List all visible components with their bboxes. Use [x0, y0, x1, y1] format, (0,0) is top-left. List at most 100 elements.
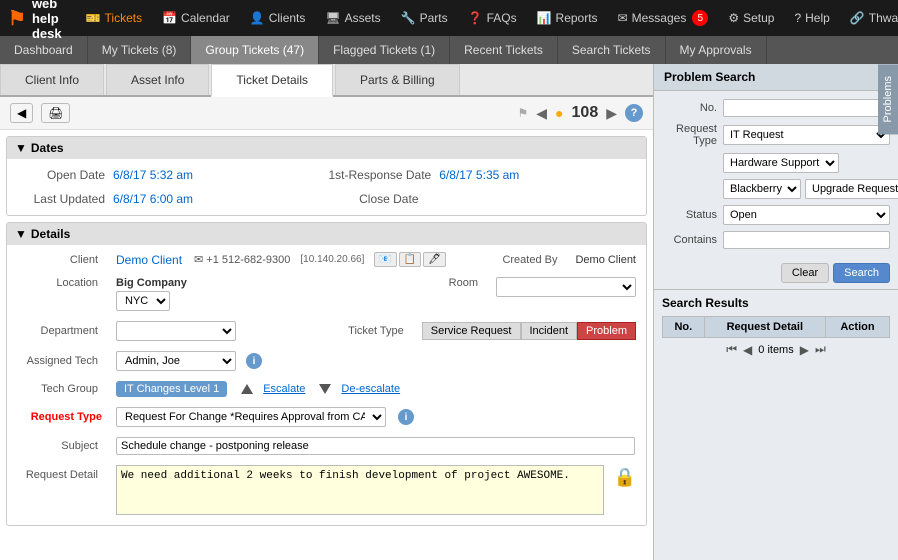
print-button[interactable]: 🖨 [41, 103, 70, 123]
nav-parts-label: Parts [420, 11, 448, 25]
search-status-select[interactable]: Open [723, 205, 890, 225]
tab-parts-billing[interactable]: Parts & Billing [335, 64, 460, 95]
logo-text: web help desk [32, 0, 62, 41]
nav-assets[interactable]: 🖥 Assets [317, 7, 388, 29]
details-section-header[interactable]: ▼ Details [7, 223, 646, 245]
tab-group-tickets[interactable]: Group Tickets (47) [191, 36, 319, 64]
escalate-link[interactable]: Escalate [263, 383, 305, 395]
back-button[interactable]: ◀ [10, 103, 33, 123]
client-row: Client Demo Client ✉ +1 512-682-9300 [10… [11, 249, 642, 270]
help-icon: ? [794, 11, 801, 25]
created-by-label: Created By [491, 254, 561, 266]
client-icon-1[interactable]: 📧 [374, 252, 396, 267]
tab-dashboard[interactable]: Dashboard [0, 36, 88, 64]
blackberry-select[interactable]: Blackberry [723, 179, 801, 199]
tech-group-label: Tech Group [17, 383, 102, 395]
last-page-button[interactable]: ⏭ [815, 342, 826, 357]
tab-client-info[interactable]: Client Info [0, 64, 104, 95]
escalate-up-arrow[interactable] [241, 384, 253, 394]
prev-page-button[interactable]: ◀ [743, 343, 752, 357]
location-city-select[interactable]: NYC [116, 291, 170, 311]
tab-asset-info[interactable]: Asset Info [106, 64, 209, 95]
response-date-value: 6/8/17 5:35 am [439, 168, 519, 182]
nav-help[interactable]: ? Help [786, 7, 837, 29]
nav-reports[interactable]: 📊 Reports [529, 7, 606, 29]
open-date-row: Open Date 6/8/17 5:32 am [15, 165, 325, 185]
nav-clients[interactable]: 👤 Clients [242, 7, 314, 29]
nav-messages-label: Messages [632, 11, 687, 25]
tab-search-tickets[interactable]: Search Tickets [558, 36, 666, 64]
next-ticket-button[interactable]: ▶ [606, 105, 617, 122]
client-label: Client [17, 254, 102, 266]
nav-faqs[interactable]: ❓ FAQs [460, 7, 525, 29]
department-row: Department Ticket Type Service Request I… [11, 318, 642, 344]
hardware-support-select[interactable]: Hardware Support [723, 153, 839, 173]
nav-calendar[interactable]: 📅 Calendar [154, 7, 238, 29]
search-button[interactable]: Search [833, 263, 890, 283]
upgrade-request-select[interactable]: Upgrade Request [805, 179, 898, 199]
tech-group-value: IT Changes Level 1 [116, 381, 227, 397]
client-icon-2[interactable]: 📋 [399, 252, 421, 267]
search-contains-input[interactable] [723, 231, 890, 249]
ticket-type-problem[interactable]: Problem [577, 322, 636, 340]
search-status-row: Status Open [662, 205, 890, 225]
deescalate-down-arrow[interactable] [319, 384, 331, 394]
search-request-type-select[interactable]: IT Request [723, 125, 890, 145]
deescalate-link[interactable]: De-escalate [341, 383, 400, 395]
thwack-icon: 🔗 [850, 11, 865, 25]
request-detail-textarea[interactable]: We need additional 2 weeks to finish dev… [116, 465, 604, 515]
top-navbar: ⚑ web help desk 🎫 Tickets 📅 Calendar 👤 C… [0, 0, 898, 36]
assigned-tech-select[interactable]: Admin, Joe [116, 351, 236, 371]
search-no-label: No. [662, 102, 717, 114]
department-select[interactable] [116, 321, 236, 341]
nav-thwack[interactable]: 🔗 Thwack [842, 7, 898, 29]
status-dot: ● [555, 105, 563, 121]
ticket-type-service[interactable]: Service Request [422, 322, 521, 340]
subject-input[interactable] [116, 437, 635, 455]
dates-section-header[interactable]: ▼ Dates [7, 137, 646, 159]
tech-info-icon[interactable]: i [246, 353, 262, 369]
dates-collapse-icon: ▼ [15, 141, 27, 155]
created-by-value: Demo Client [575, 254, 636, 266]
nav-parts[interactable]: 🔧 Parts [393, 7, 456, 29]
search-request-type-label: RequestType [662, 123, 717, 147]
info-button[interactable]: ? [625, 104, 643, 122]
open-date-label: Open Date [15, 168, 105, 182]
tab-flagged-tickets[interactable]: Flagged Tickets (1) [319, 36, 450, 64]
tab-ticket-details[interactable]: Ticket Details [211, 64, 333, 97]
client-name[interactable]: Demo Client [116, 253, 182, 267]
request-type-select[interactable]: Request For Change *Requires Approval fr… [116, 407, 386, 427]
search-contains-row: Contains [662, 231, 890, 249]
flag-icon[interactable]: ⚑ [518, 106, 529, 120]
room-select[interactable] [496, 277, 636, 297]
parts-icon: 🔧 [401, 11, 416, 25]
nav-tickets-label: Tickets [105, 11, 143, 25]
clear-button[interactable]: Clear [781, 263, 829, 283]
lock-icon[interactable]: 🔒 [614, 467, 636, 488]
tab-my-approvals[interactable]: My Approvals [666, 36, 767, 64]
dates-section-title: Dates [31, 141, 64, 155]
prev-ticket-button[interactable]: ◀ [536, 105, 547, 122]
nav-thwack-label: Thwack [869, 11, 898, 25]
search-results-header: Search Results [662, 296, 890, 310]
tab-my-tickets[interactable]: My Tickets (8) [88, 36, 192, 64]
faqs-icon: ❓ [468, 11, 483, 25]
tab-recent-tickets[interactable]: Recent Tickets [450, 36, 558, 64]
request-type-info-icon[interactable]: i [398, 409, 414, 425]
request-type-label: Request Type [17, 411, 102, 423]
search-no-input[interactable] [723, 99, 890, 117]
nav-tickets[interactable]: 🎫 Tickets [78, 7, 151, 29]
search-form: No. RequestType IT Request Hardware Supp… [654, 91, 898, 263]
department-label: Department [17, 325, 102, 337]
ticket-type-incident[interactable]: Incident [521, 322, 578, 340]
client-icon-3[interactable]: 🖊 [423, 252, 446, 267]
first-page-button[interactable]: ⏮ [726, 342, 737, 357]
tickets-icon: 🎫 [86, 11, 101, 25]
nav-setup[interactable]: ⚙ Setup [720, 7, 782, 29]
next-page-button[interactable]: ▶ [800, 343, 809, 357]
problems-side-tab[interactable]: Problems [878, 64, 898, 134]
details-section: ▼ Details Client Demo Client ✉ +1 512-68… [6, 222, 647, 526]
nav-messages[interactable]: ✉ Messages 5 [610, 6, 717, 30]
main-content: Client Info Asset Info Ticket Details Pa… [0, 64, 898, 560]
ticket-left-panel: Client Info Asset Info Ticket Details Pa… [0, 64, 653, 560]
